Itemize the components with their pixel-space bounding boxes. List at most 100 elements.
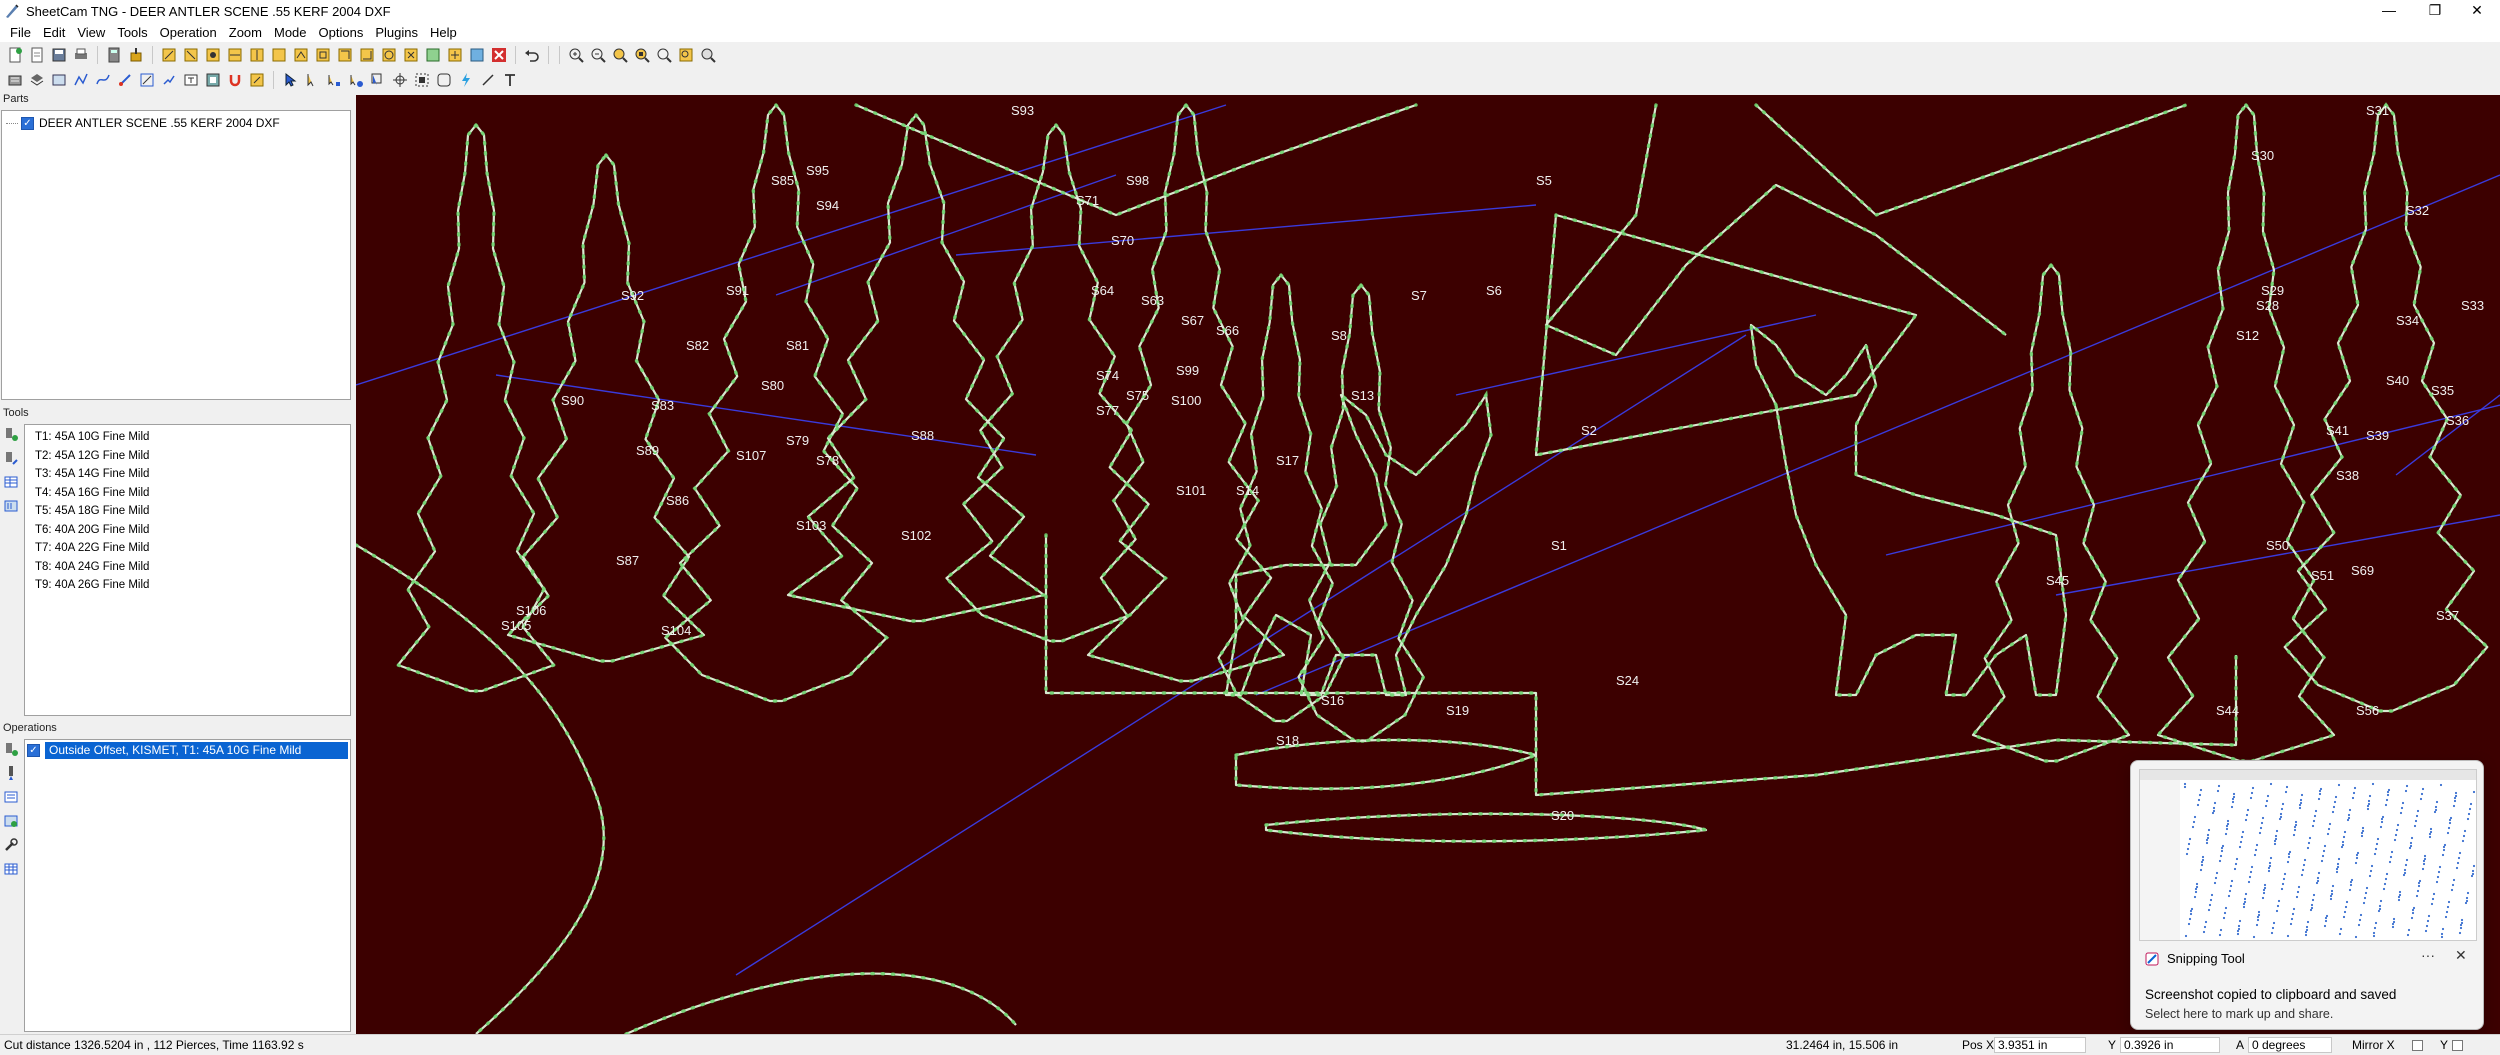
print-button[interactable] (71, 45, 91, 65)
layer-tool-2-button[interactable] (181, 45, 201, 65)
tool-item[interactable]: T5: 45A 18G Fine Mild (25, 502, 350, 521)
text-button[interactable] (181, 70, 201, 90)
edit-tool-icon (6, 452, 18, 465)
layer-tool-8-button[interactable] (313, 45, 333, 65)
zoom-window-button[interactable] (610, 45, 630, 65)
select-button[interactable] (280, 70, 300, 90)
layer-tool-1-button[interactable] (159, 45, 179, 65)
pocket-button[interactable] (159, 70, 179, 90)
calculator-button[interactable] (104, 45, 124, 65)
plasma-op-button[interactable] (1, 763, 21, 783)
toast-more-button[interactable]: ··· (2421, 947, 2435, 963)
part-checkbox[interactable]: ✓ (21, 116, 34, 130)
frame-button[interactable] (434, 70, 454, 90)
layer-tool-4-button[interactable] (225, 45, 245, 65)
op-layer-button[interactable] (1, 811, 21, 831)
layer-tool-6-button[interactable] (269, 45, 289, 65)
layer-tool-13-button[interactable] (423, 45, 443, 65)
layer-tool-10-button[interactable] (357, 45, 377, 65)
scale-button[interactable] (368, 70, 388, 90)
delete-button[interactable] (489, 45, 509, 65)
layer-tool-14-button[interactable] (445, 45, 465, 65)
rotate-button[interactable] (346, 70, 366, 90)
minimize-button[interactable]: — (2366, 0, 2412, 22)
part-row[interactable]: ✓ DEER ANTLER SCENE .55 KERF 2004 DXF (2, 114, 350, 132)
menu-operation[interactable]: Operation (154, 25, 223, 40)
tool-item[interactable]: T7: 40A 22G Fine Mild (25, 539, 350, 558)
menu-help[interactable]: Help (424, 25, 463, 40)
path-button[interactable] (93, 70, 113, 90)
pos-y-field[interactable]: 0.3926 in (2120, 1037, 2220, 1053)
tool-item[interactable]: T9: 40A 26G Fine Mild (25, 576, 350, 595)
magnet-button[interactable] (225, 70, 245, 90)
layers-button[interactable] (27, 70, 47, 90)
layer-tool-5-button[interactable] (247, 45, 267, 65)
start-point-button[interactable] (302, 70, 322, 90)
tab-button[interactable] (247, 70, 267, 90)
tool-item[interactable]: T1: 45A 10G Fine Mild (25, 428, 350, 447)
tool-item[interactable]: T2: 45A 12G Fine Mild (25, 447, 350, 466)
nest-button[interactable] (203, 70, 223, 90)
new-operation-button[interactable] (1, 739, 21, 759)
post-process-button[interactable] (126, 45, 146, 65)
menu-zoom[interactable]: Zoom (223, 25, 268, 40)
menu-tools[interactable]: Tools (111, 25, 153, 40)
toast-close-button[interactable]: ✕ (2455, 947, 2467, 964)
snipping-tool-notification[interactable]: Snipping Tool ··· ✕ Screenshot copied to… (2130, 760, 2484, 1030)
move-button[interactable] (324, 70, 344, 90)
op-list-button[interactable] (1, 787, 21, 807)
thumbnail-dot (2332, 805, 2336, 809)
tool-item[interactable]: T4: 45A 16G Fine Mild (25, 484, 350, 503)
layer-tool-15-button[interactable] (467, 45, 487, 65)
mirror-y-checkbox[interactable] (2452, 1040, 2463, 1051)
menu-edit[interactable]: Edit (37, 25, 71, 40)
tool-item[interactable]: T8: 40A 24G Fine Mild (25, 558, 350, 577)
zoom-all-button[interactable] (654, 45, 674, 65)
layer-tool-9-button[interactable] (335, 45, 355, 65)
layer-tool-3-button[interactable] (203, 45, 223, 65)
operation-row[interactable]: ✓ Outside Offset, KISMET, T1: 45A 10G Fi… (27, 742, 348, 759)
text-tool-button[interactable] (500, 70, 520, 90)
tool-item[interactable]: T3: 45A 14G Fine Mild (25, 465, 350, 484)
zoom-out-button[interactable] (588, 45, 608, 65)
undo-button[interactable] (522, 45, 542, 65)
contour-button[interactable] (71, 70, 91, 90)
new-tool-button[interactable] (1, 424, 21, 444)
zoom-in-button[interactable] (566, 45, 586, 65)
layer-tool-12-button[interactable] (401, 45, 421, 65)
offset-button[interactable] (137, 70, 157, 90)
zoom-part-button[interactable] (632, 45, 652, 65)
close-window-button[interactable]: ✕ (2454, 0, 2500, 22)
tool-list-button[interactable] (1, 472, 21, 492)
tool-library-button[interactable] (1, 496, 21, 516)
menu-view[interactable]: View (71, 25, 111, 40)
tool-table-button[interactable] (5, 70, 25, 90)
maximize-button[interactable]: ❐ (2412, 0, 2458, 22)
sheet-button[interactable] (49, 70, 69, 90)
menu-options[interactable]: Options (313, 25, 370, 40)
screenshot-thumbnail[interactable] (2139, 769, 2477, 941)
mirror-x-checkbox[interactable] (2412, 1040, 2423, 1051)
tool-item[interactable]: T6: 40A 20G Fine Mild (25, 521, 350, 540)
zoom-selection-button[interactable] (698, 45, 718, 65)
plasma-button[interactable] (456, 70, 476, 90)
zoom-sheet-button[interactable] (676, 45, 696, 65)
new-job-button[interactable] (5, 45, 25, 65)
origin-button[interactable] (390, 70, 410, 90)
open-button[interactable] (27, 45, 47, 65)
op-table-button[interactable] (1, 859, 21, 879)
save-button[interactable] (49, 45, 69, 65)
pos-x-field[interactable]: 3.9351 in (1994, 1037, 2086, 1053)
menu-file[interactable]: File (4, 25, 37, 40)
angle-field[interactable]: 0 degrees (2248, 1037, 2332, 1053)
layer-tool-7-button[interactable] (291, 45, 311, 65)
bounds-button[interactable] (412, 70, 432, 90)
menu-plugins[interactable]: Plugins (369, 25, 424, 40)
menu-mode[interactable]: Mode (268, 25, 313, 40)
operation-checkbox[interactable]: ✓ (27, 744, 40, 757)
line-button[interactable] (478, 70, 498, 90)
op-edit-button[interactable] (1, 835, 21, 855)
layer-tool-11-button[interactable] (379, 45, 399, 65)
edit-tool-button[interactable] (1, 448, 21, 468)
drill-button[interactable] (115, 70, 135, 90)
